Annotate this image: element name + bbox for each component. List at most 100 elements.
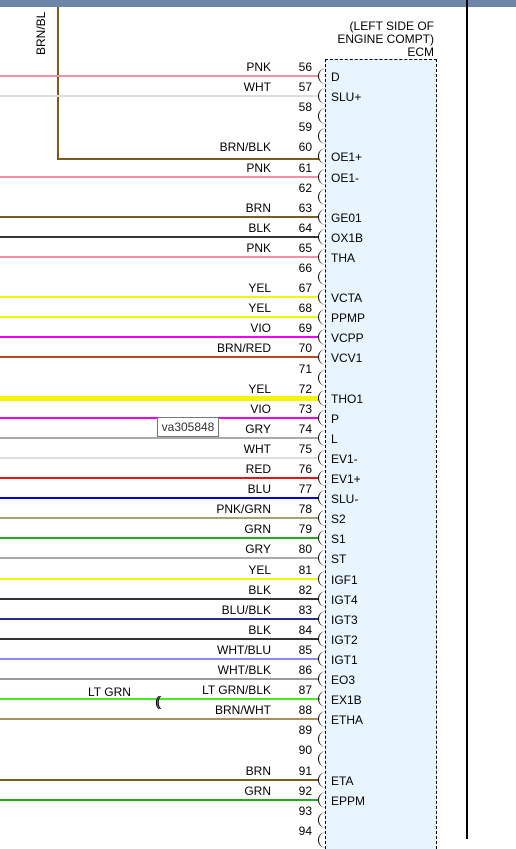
brn-blk-vertical-wire[interactable]	[57, 7, 59, 159]
terminal-icon	[318, 329, 326, 345]
wire-pin-75[interactable]	[0, 457, 319, 459]
wire-pin-67[interactable]	[0, 296, 319, 298]
wire-pin-88[interactable]	[0, 718, 319, 720]
terminal-icon	[318, 450, 326, 466]
wire-pin-77[interactable]	[0, 497, 319, 499]
wire-pin-72[interactable]	[0, 396, 319, 401]
pin-number: 66	[298, 261, 312, 275]
terminal-icon	[318, 490, 326, 506]
wire-color-label: WHT/BLU	[217, 643, 271, 657]
wire-pin-76[interactable]	[0, 477, 319, 479]
signal-name: VCV1	[331, 351, 363, 365]
pin-number: 90	[298, 743, 312, 757]
signal-name: ETA	[331, 774, 354, 788]
terminal-icon	[318, 390, 326, 406]
terminal-icon	[318, 812, 326, 828]
pin-number: 87	[298, 683, 312, 697]
wire-pin-57[interactable]	[0, 95, 319, 97]
wire-color-label: GRY	[245, 422, 271, 436]
wire-pin-65[interactable]	[0, 256, 319, 258]
signal-name: IGT2	[331, 633, 358, 647]
signal-name: VCPP	[331, 331, 364, 345]
wire-pin-82[interactable]	[0, 598, 319, 600]
wire-color-label: BLU/BLK	[221, 603, 271, 617]
pin-number: 74	[298, 422, 312, 436]
terminal-icon	[318, 691, 326, 707]
terminal-icon	[318, 370, 326, 386]
signal-name: ETHA	[331, 713, 364, 727]
pin-number: 89	[298, 723, 312, 737]
wire-color-label: GRN	[244, 784, 271, 798]
wire-color-label: LT GRN/BLK	[202, 683, 271, 697]
wire-pin-85[interactable]	[0, 658, 319, 660]
terminal-icon	[318, 530, 326, 546]
pin-number: 73	[298, 402, 312, 416]
pin-number: 78	[298, 502, 312, 516]
wire-color-label: YEL	[248, 281, 271, 295]
image-id-tooltip: va305848	[157, 417, 219, 437]
wire-pin-56[interactable]	[0, 75, 319, 77]
wire-pin-79[interactable]	[0, 537, 319, 539]
terminal-icon	[318, 550, 326, 566]
signal-name: VCTA	[331, 291, 363, 305]
pin-number: 71	[298, 362, 312, 376]
ecm-title: (LEFT SIDE OF ENGINE COMPT) ECM	[284, 20, 434, 59]
wire-pin-87[interactable]	[0, 698, 320, 700]
wire-pin-63[interactable]	[0, 216, 319, 218]
wire-color-label: BLU	[247, 482, 271, 496]
wire-pin-84[interactable]	[0, 638, 319, 640]
pin-number: 69	[298, 321, 312, 335]
signal-name: IGT4	[331, 593, 358, 607]
wire-pin-83[interactable]	[0, 618, 319, 620]
wire-pin-78[interactable]	[0, 517, 319, 519]
wire-pin-74[interactable]	[0, 437, 319, 439]
wire-pin-70[interactable]	[0, 356, 319, 358]
wire-pin-61[interactable]	[0, 176, 319, 178]
brn-blk-horizontal-wire[interactable]	[57, 158, 319, 160]
wire-pin-91[interactable]	[0, 779, 319, 781]
signal-name: OE1-	[331, 171, 360, 185]
pin-number: 84	[298, 623, 312, 637]
signal-name: EPPM	[331, 794, 366, 808]
signal-name: L	[331, 432, 338, 446]
terminal-icon	[318, 832, 326, 848]
signal-name: EO3	[331, 673, 356, 687]
wire-color-label: YEL	[248, 301, 271, 315]
terminal-icon	[318, 792, 326, 808]
terminal-icon	[318, 148, 326, 164]
signal-name: GE01	[331, 211, 362, 225]
pin-number: 59	[298, 120, 312, 134]
signal-name: EX1B	[331, 693, 362, 707]
pin-number: 83	[298, 603, 312, 617]
pin-number: 67	[298, 281, 312, 295]
terminal-icon	[318, 88, 326, 104]
wire-pin-80[interactable]	[0, 557, 319, 559]
wire-color-label: BLK	[248, 221, 271, 235]
pin-number: 82	[298, 583, 312, 597]
wire-pin-86[interactable]	[0, 678, 319, 680]
signal-name: P	[331, 412, 340, 426]
pin-number: 61	[298, 161, 312, 175]
wire-color-label: YEL	[248, 382, 271, 396]
pin-number: 58	[298, 100, 312, 114]
wire-pin-64[interactable]	[0, 236, 319, 238]
signal-name: THA	[331, 251, 355, 265]
wire-pin-81[interactable]	[0, 578, 319, 580]
wire-color-label: BRN/RED	[216, 341, 271, 355]
pin-number: 85	[298, 643, 312, 657]
signal-name: IGT1	[331, 653, 358, 667]
wire-color-label: WHT	[243, 80, 271, 94]
wire-color-label: GRN	[244, 522, 271, 536]
signal-name: OE1+	[331, 150, 363, 164]
wire-pin-69[interactable]	[0, 336, 319, 338]
pin-number: 65	[298, 241, 312, 255]
wire-pin-92[interactable]	[0, 799, 319, 801]
terminal-icon	[318, 430, 326, 446]
pin-number: 70	[298, 341, 312, 355]
signal-name: SLU-	[331, 492, 359, 506]
terminal-icon	[318, 289, 326, 305]
wire-pin-68[interactable]	[0, 316, 319, 318]
terminal-icon	[318, 269, 326, 285]
pin-number: 63	[298, 201, 312, 215]
signal-name: PPMP	[331, 311, 366, 325]
